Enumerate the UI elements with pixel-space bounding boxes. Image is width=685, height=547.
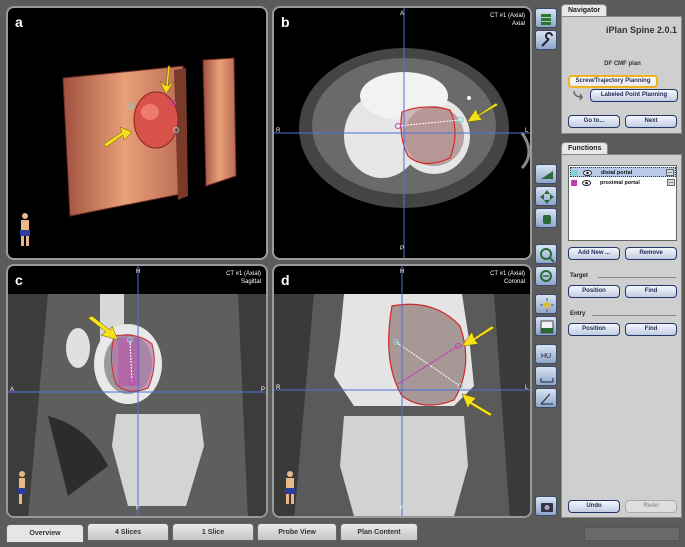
redo-button[interactable]: Redo bbox=[625, 500, 677, 513]
color-swatch bbox=[571, 180, 577, 186]
view-tabs: Overview 4 Slices 1 Slice Probe View Pla… bbox=[6, 523, 566, 543]
options-button[interactable]: ... bbox=[667, 179, 675, 186]
viewport-label: d bbox=[281, 272, 290, 288]
list-item-label: proximal portal bbox=[600, 180, 640, 186]
list-item-label: distal portal bbox=[601, 170, 633, 176]
coronal-slice bbox=[274, 266, 530, 516]
orient-left: R bbox=[276, 385, 281, 391]
add-new-button[interactable]: Add New ... bbox=[568, 247, 620, 260]
viewport-coronal[interactable]: d CT #1 (Axial) Coronal H F R L bbox=[272, 264, 532, 518]
viewport-label: b bbox=[281, 14, 290, 30]
navigator-tab[interactable]: Navigator bbox=[561, 4, 608, 16]
angle-icon[interactable] bbox=[535, 388, 557, 408]
orient-top: H bbox=[400, 269, 405, 275]
eye-icon[interactable] bbox=[582, 180, 591, 186]
viewport-3d[interactable]: a bbox=[6, 6, 268, 260]
viewport-info: CT #1 (Axial) Coronal bbox=[490, 270, 525, 286]
step-arrow-icon bbox=[573, 90, 584, 101]
viewport-label: c bbox=[15, 272, 23, 288]
view-label: Coronal bbox=[503, 279, 525, 285]
camera-icon[interactable] bbox=[535, 496, 557, 516]
orient-bottom: P bbox=[400, 246, 405, 252]
orient-top: H bbox=[136, 269, 141, 275]
orient-bottom: F bbox=[400, 506, 404, 512]
orient-right: P bbox=[261, 387, 266, 393]
sagittal-slice bbox=[8, 266, 266, 516]
entry-label: Entry bbox=[570, 311, 586, 317]
color-swatch bbox=[572, 170, 578, 176]
series-label: CT #1 (Axial) bbox=[490, 13, 525, 19]
axial-slice bbox=[274, 8, 530, 258]
screw-trajectory-planning-button[interactable]: Screw/Trajectory Planning bbox=[568, 75, 658, 88]
next-button[interactable]: Next bbox=[625, 115, 677, 128]
entry-position-button[interactable]: Position bbox=[568, 323, 620, 336]
zoom-out-icon[interactable] bbox=[535, 266, 557, 286]
navigator-panel: iPlan Spine 2.0.1 DF CMF plan Screw/Traj… bbox=[561, 16, 682, 134]
viewport-info: CT #1 (Axial) Sagittal bbox=[226, 270, 261, 286]
status-area bbox=[584, 527, 680, 541]
orient-top: A bbox=[400, 11, 405, 17]
window-level-icon[interactable] bbox=[535, 316, 557, 336]
orient-left: R bbox=[276, 128, 281, 134]
options-button[interactable]: ... bbox=[666, 169, 674, 176]
series-label: CT #1 (Axial) bbox=[226, 271, 261, 277]
wrench-icon[interactable] bbox=[535, 30, 557, 50]
view-label: Axial bbox=[511, 21, 525, 27]
viewport-sagittal[interactable]: c CT #1 (Axial) Sagittal H F A P bbox=[6, 264, 268, 518]
svg-text:HU: HU bbox=[541, 353, 551, 360]
target-label: Target bbox=[570, 273, 588, 279]
goto-button[interactable]: Go to... bbox=[568, 115, 620, 128]
eye-icon[interactable] bbox=[583, 170, 592, 176]
patient-orientation-figure bbox=[20, 213, 30, 246]
view-label: Sagittal bbox=[240, 279, 261, 285]
hu-icon[interactable]: HU bbox=[535, 344, 557, 364]
plan-name: DF CMF plan bbox=[604, 61, 641, 67]
layers-icon[interactable] bbox=[535, 8, 557, 28]
undo-button[interactable]: Undo bbox=[568, 500, 620, 513]
measure-icon[interactable] bbox=[535, 366, 557, 386]
divider bbox=[592, 315, 676, 316]
functions-panel: distal portal ... proximal portal ... Ad… bbox=[561, 154, 682, 518]
functions-tab[interactable]: Functions bbox=[561, 142, 609, 154]
list-item[interactable]: distal portal ... bbox=[570, 167, 676, 177]
orient-right: L bbox=[525, 385, 529, 391]
app-title: iPlan Spine 2.0.1 bbox=[605, 25, 677, 35]
orient-left: A bbox=[10, 387, 15, 393]
tab-overview[interactable]: Overview bbox=[6, 524, 84, 543]
view-toolbar: HU bbox=[535, 6, 557, 518]
trajectory-list: distal portal ... proximal portal ... bbox=[568, 165, 677, 241]
viewport-label: a bbox=[15, 14, 23, 30]
iplan-window: a b CT #1 (Axial) Axial A P R L c CT #1 … bbox=[0, 0, 685, 547]
pan-icon[interactable] bbox=[535, 186, 557, 206]
entry-find-button[interactable]: Find bbox=[625, 323, 677, 336]
volume-render bbox=[20, 57, 237, 246]
orient-right: L bbox=[525, 128, 529, 134]
remove-button[interactable]: Remove bbox=[625, 247, 677, 260]
divider bbox=[598, 277, 676, 278]
hand-icon[interactable] bbox=[535, 208, 557, 228]
tab-4-slices[interactable]: 4 Slices bbox=[87, 523, 169, 541]
series-label: CT #1 (Axial) bbox=[490, 271, 525, 277]
target-find-button[interactable]: Find bbox=[625, 285, 677, 298]
target-position-button[interactable]: Position bbox=[568, 285, 620, 298]
viewport-info: CT #1 (Axial) Axial bbox=[490, 12, 525, 28]
list-item[interactable]: proximal portal ... bbox=[570, 178, 676, 188]
tab-probe-view[interactable]: Probe View bbox=[257, 523, 337, 541]
labeled-point-planning-button[interactable]: Labeled Point Planning bbox=[590, 89, 678, 102]
tab-1-slice[interactable]: 1 Slice bbox=[172, 523, 254, 541]
viewport-axial[interactable]: b CT #1 (Axial) Axial A P R L bbox=[272, 6, 532, 260]
brightness-icon[interactable] bbox=[535, 294, 557, 314]
zoom-in-icon[interactable] bbox=[535, 244, 557, 264]
orient-bottom: F bbox=[136, 506, 140, 512]
tab-plan-content[interactable]: Plan Content bbox=[340, 523, 418, 541]
slice-icon[interactable] bbox=[535, 164, 557, 184]
